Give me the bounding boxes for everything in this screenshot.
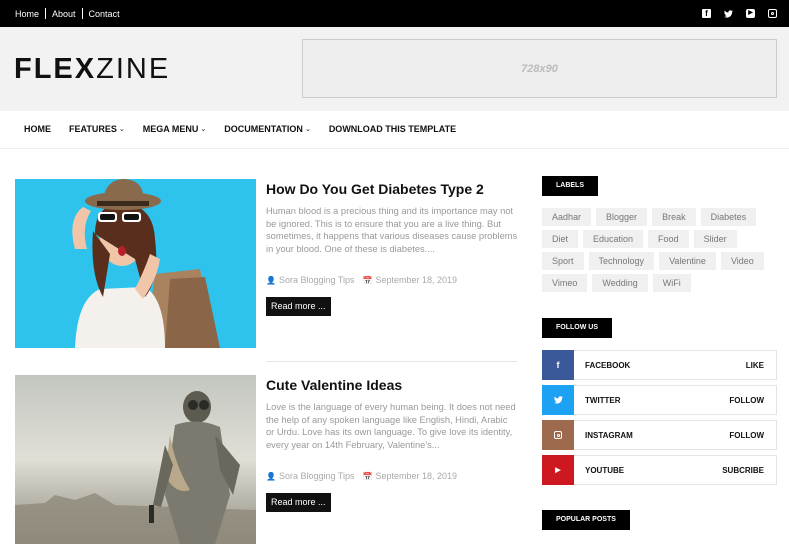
labels-widget-title: LABELS xyxy=(542,176,598,196)
nav-item-mega-menu[interactable]: MEGA MENU ⌄ xyxy=(143,124,207,134)
post-author[interactable]: 👤 Sora Blogging Tips xyxy=(266,275,355,285)
label-tag[interactable]: Wedding xyxy=(592,274,648,292)
youtube-icon: ▶ xyxy=(542,455,574,485)
read-more-button[interactable]: Read more ... xyxy=(266,493,331,512)
label-tag[interactable]: Valentine xyxy=(659,252,716,270)
calendar-icon: 📅 xyxy=(362,472,373,481)
follow-widget-title: FOLLOW US xyxy=(542,318,612,338)
social-row-instagram[interactable]: INSTAGRAM FOLLOW xyxy=(542,420,777,450)
main-nav: HOME FEATURES ⌄ MEGA MENU ⌄ DOCUMENTATION ⌄… xyxy=(0,111,789,149)
top-nav: Home About Contact xyxy=(15,0,120,27)
post-date-text: September 18, 2019 xyxy=(375,471,458,481)
top-nav-separator xyxy=(45,8,47,19)
nav-item-label: DOCUMENTATION xyxy=(224,123,303,134)
social-row-youtube[interactable]: ▶ YOUTUBE SUBCRIBE xyxy=(542,455,777,485)
post-meta: 👤 Sora Blogging Tips 📅 September 18, 2019 xyxy=(266,275,457,285)
social-action: LIKE xyxy=(745,360,764,370)
post-author-name: Sora Blogging Tips xyxy=(278,275,355,285)
top-bar: Home About Contact f ▶ xyxy=(0,0,789,27)
calendar-icon: 📅 xyxy=(362,276,373,285)
chevron-down-icon: ⌄ xyxy=(200,125,207,133)
label-tag[interactable]: Diet xyxy=(542,230,579,248)
nav-item-label: DOWNLOAD THIS TEMPLATE xyxy=(328,123,457,134)
label-tag[interactable]: Sport xyxy=(542,252,584,270)
twitter-icon[interactable] xyxy=(724,9,733,18)
post-excerpt: Love is the language of every human bein… xyxy=(266,402,516,450)
nav-item-features[interactable]: FEATURES ⌄ xyxy=(69,124,125,134)
nav-item-documentation[interactable]: DOCUMENTATION ⌄ xyxy=(224,124,311,134)
label-tag[interactable]: Education xyxy=(583,230,644,248)
post-date: 📅 September 18, 2019 xyxy=(363,275,458,285)
post-author-name: Sora Blogging Tips xyxy=(278,471,355,481)
label-tag[interactable]: WiFi xyxy=(652,274,691,292)
site-header: FLEXZINE 728x90 xyxy=(0,27,789,111)
user-icon: 👤 xyxy=(266,276,276,285)
post-thumbnail[interactable] xyxy=(15,179,256,348)
post-date: 📅 September 18, 2019 xyxy=(363,471,458,481)
social-row-facebook[interactable]: f FACEBOOK LIKE xyxy=(542,350,777,380)
facebook-icon: f xyxy=(542,350,574,380)
youtube-icon[interactable]: ▶ xyxy=(746,9,755,18)
label-tag[interactable]: Break xyxy=(652,208,696,226)
label-tag[interactable]: Aadhar xyxy=(542,208,592,226)
social-action: FOLLOW xyxy=(729,395,764,405)
labels-cloud: Aadhar Blogger Break Diabetes Diet Educa… xyxy=(542,208,777,292)
social-row-twitter[interactable]: TWITTER FOLLOW xyxy=(542,385,777,415)
label-tag[interactable]: Video xyxy=(720,252,764,270)
social-action: FOLLOW xyxy=(729,430,764,440)
post-date-text: September 18, 2019 xyxy=(375,275,458,285)
user-icon: 👤 xyxy=(266,472,276,481)
label-tag[interactable]: Food xyxy=(648,230,689,248)
logo-bold-text: FLEX xyxy=(14,53,97,85)
social-name: FACEBOOK xyxy=(585,360,631,370)
site-logo[interactable]: FLEXZINE xyxy=(14,53,171,85)
post-meta: 👤 Sora Blogging Tips 📅 September 18, 2019 xyxy=(266,471,457,481)
post-author[interactable]: 👤 Sora Blogging Tips xyxy=(266,471,355,481)
top-link-contact[interactable]: Contact xyxy=(89,9,120,19)
facebook-icon[interactable]: f xyxy=(702,9,711,18)
logo-light-text: ZINE xyxy=(96,53,171,85)
twitter-icon xyxy=(542,385,574,415)
top-link-about[interactable]: About xyxy=(52,9,76,19)
instagram-icon[interactable] xyxy=(768,9,777,18)
chevron-down-icon: ⌄ xyxy=(118,125,125,133)
read-more-button[interactable]: Read more ... xyxy=(266,297,331,316)
post-divider xyxy=(266,361,517,362)
label-tag[interactable]: Technology xyxy=(588,252,655,270)
top-social-icons: f ▶ xyxy=(702,0,777,27)
nav-item-home[interactable]: HOME xyxy=(24,124,51,134)
label-tag[interactable]: Slider xyxy=(693,230,737,248)
social-name: INSTAGRAM xyxy=(585,430,633,440)
nav-item-label: HOME xyxy=(24,123,51,134)
header-ad-banner[interactable]: 728x90 xyxy=(302,39,777,98)
top-nav-separator xyxy=(81,8,83,19)
label-tag[interactable]: Diabetes xyxy=(700,208,757,226)
social-name: YOUTUBE xyxy=(585,465,625,475)
post-title[interactable]: Cute Valentine Ideas xyxy=(266,377,526,393)
nav-item-label: MEGA MENU xyxy=(142,123,199,134)
top-link-home[interactable]: Home xyxy=(15,9,39,19)
popular-posts-widget-title: POPULAR POSTS xyxy=(542,510,630,530)
post-title[interactable]: How Do You Get Diabetes Type 2 xyxy=(266,181,526,197)
post-excerpt: Human blood is a precious thing and its … xyxy=(266,206,518,254)
nav-item-label: FEATURES xyxy=(69,123,117,134)
post-thumbnail[interactable] xyxy=(15,375,256,544)
nav-item-download-template[interactable]: DOWNLOAD THIS TEMPLATE xyxy=(329,124,456,134)
chevron-down-icon: ⌄ xyxy=(304,125,311,133)
label-tag[interactable]: Vimeo xyxy=(542,274,588,292)
ad-size-label: 728x90 xyxy=(521,62,558,75)
instagram-icon xyxy=(542,420,574,450)
social-action: SUBCRIBE xyxy=(722,465,764,475)
social-name: TWITTER xyxy=(585,395,621,405)
label-tag[interactable]: Blogger xyxy=(596,208,648,226)
